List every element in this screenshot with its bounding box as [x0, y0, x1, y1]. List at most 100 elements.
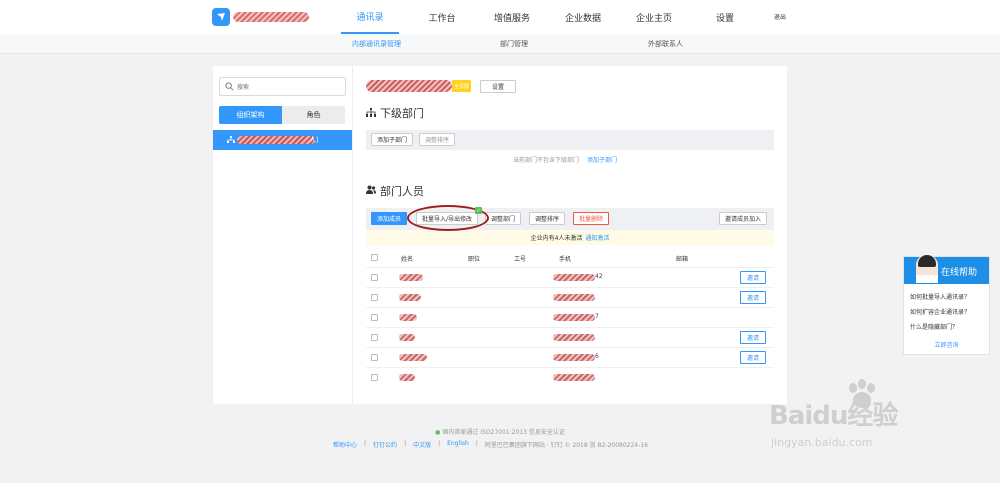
row-checkbox[interactable]: [371, 274, 378, 281]
tab-roles[interactable]: 角色: [282, 106, 345, 124]
batch-delete-button[interactable]: 批量删除: [573, 212, 610, 225]
phone-tail: 42: [595, 273, 603, 280]
notify-activate-link[interactable]: 通知激活: [585, 233, 609, 242]
table-row[interactable]: 7: [366, 307, 774, 327]
adjust-sort-members-button[interactable]: 调整排序: [529, 212, 566, 225]
phone-redacted: [553, 354, 595, 361]
watermark-url: jingyan.baidu.com: [771, 436, 873, 449]
add-sub-dept-link[interactable]: 添加子部门: [587, 157, 617, 164]
sub-dept-icon: [366, 108, 376, 117]
current-dept-name-redacted: [366, 80, 452, 92]
consult-now-link[interactable]: 立即咨询: [904, 340, 989, 349]
invite-button[interactable]: 邀请: [740, 331, 767, 344]
support-avatar: [916, 255, 938, 283]
org-name-redacted: [233, 12, 309, 22]
empty-text: 当前部门不包含下级部门: [513, 157, 580, 164]
sub-dept-title: 下级部门: [380, 107, 424, 120]
row-checkbox[interactable]: [371, 314, 378, 321]
table-row[interactable]: [366, 367, 774, 387]
phone-redacted: [553, 274, 595, 281]
adjust-sort-button[interactable]: 调整排序: [419, 133, 456, 146]
table-row[interactable]: 邀请: [366, 287, 774, 307]
search-box[interactable]: [219, 77, 346, 96]
members-icon: [366, 185, 376, 194]
adjust-dept-button[interactable]: 调整部门: [485, 212, 522, 225]
phone-tail: 7: [595, 313, 599, 320]
new-feature-icon: ✓: [475, 207, 482, 214]
table-row[interactable]: 42 邀请: [366, 267, 774, 287]
add-member-button[interactable]: 添加成员: [371, 212, 408, 225]
nav-enterprise-data[interactable]: 企业数据: [554, 0, 612, 34]
name-redacted: [399, 294, 421, 301]
search-icon: [225, 82, 234, 91]
footer-links: 帮助中心 | 钉钉公约 | 中文版 | English | 阿里巴巴集团旗下网站…: [333, 440, 648, 449]
top-bar: 通讯录 工作台 增值服务 企业数据 企业主页 设置 退出: [0, 0, 1000, 34]
tab-org-structure[interactable]: 组织架构: [219, 106, 282, 124]
dingtalk-logo-icon[interactable]: [212, 8, 230, 26]
invite-button[interactable]: 邀请: [740, 351, 767, 364]
phone-redacted: [553, 334, 595, 341]
sidebar: 组织架构 角色 人): [213, 66, 353, 404]
name-redacted: [399, 314, 417, 321]
col-employee-id: 工号: [514, 256, 527, 263]
help-header: 在线帮助: [904, 255, 989, 284]
phone-tail: 6: [595, 353, 599, 360]
name-redacted: [399, 334, 415, 341]
baidu-jingyan-watermark: Baidu经验 jingyan.baidu.com: [765, 379, 980, 453]
table-row[interactable]: 6 邀请: [366, 347, 774, 367]
footer-convention-link[interactable]: 钉钉公约: [373, 440, 397, 449]
all-staff-group-badge: 全员群: [452, 80, 472, 92]
help-title: 在线帮助: [941, 268, 978, 278]
subnav-external-contacts[interactable]: 外部联系人: [648, 39, 683, 49]
nav-enterprise-home[interactable]: 企业主页: [625, 0, 683, 34]
watermark-brand: Baidu经验: [769, 401, 898, 431]
footer-copyright: 阿里巴巴集团旗下网站 · 钉钉 © 2018 浙 B2-20080224-16: [484, 442, 648, 449]
footer-help-center-link[interactable]: 帮助中心: [333, 440, 357, 449]
name-redacted: [399, 374, 415, 381]
col-phone: 手机: [559, 256, 572, 263]
help-question-3[interactable]: 什么是隐藏部门？: [910, 322, 958, 331]
select-all-checkbox[interactable]: [371, 254, 378, 261]
search-input[interactable]: [237, 81, 337, 93]
sub-nav-bar: 内部通讯录管理 部门管理 外部联系人: [0, 34, 1000, 54]
nav-workbench[interactable]: 工作台: [413, 0, 471, 34]
help-question-1[interactable]: 如何批量导入通讯录？: [910, 292, 970, 301]
dept-settings-button[interactable]: 设置: [480, 80, 516, 93]
name-redacted: [399, 354, 427, 361]
nav-contacts[interactable]: 通讯录: [341, 0, 399, 34]
table-row[interactable]: 邀请: [366, 327, 774, 347]
members-title: 部门人员: [380, 185, 424, 198]
col-name: 姓名: [401, 256, 414, 263]
invite-button[interactable]: 邀请: [740, 291, 767, 304]
cert-text: 国内首家通过 ISO27001:2013 信息安全认证: [442, 429, 565, 436]
subnav-internal-contacts[interactable]: 内部通讯录管理: [352, 39, 401, 49]
invite-button[interactable]: 邀请: [740, 271, 767, 284]
inactive-notice: 企业内有4人未激活 通知激活: [366, 230, 774, 245]
subnav-dept-management[interactable]: 部门管理: [500, 39, 528, 49]
dept-name-redacted: [237, 136, 315, 144]
empty-sub-dept-text: 当前部门不包含下级部门 添加子部门: [513, 155, 617, 164]
org-tree-icon: [227, 136, 235, 143]
row-checkbox[interactable]: [371, 374, 378, 381]
row-checkbox[interactable]: [371, 334, 378, 341]
col-email: 邮箱: [676, 256, 689, 263]
footer-english-link[interactable]: English: [447, 440, 469, 449]
footer-chinese-link[interactable]: 中文版: [413, 440, 431, 449]
logout-link[interactable]: 退出: [774, 12, 786, 21]
online-help-widget[interactable]: 在线帮助 如何批量导入通讯录？ 如何扩容企业通讯录？ 什么是隐藏部门？ 立即咨询: [903, 255, 990, 355]
row-checkbox[interactable]: [371, 354, 378, 361]
col-position: 职位: [468, 256, 481, 263]
invite-members-button[interactable]: 邀请成员加入: [719, 212, 768, 225]
help-question-2[interactable]: 如何扩容企业通讯录？: [910, 307, 970, 316]
nav-settings[interactable]: 设置: [696, 0, 754, 34]
members-table-header: 姓名 职位 工号 手机 邮箱: [366, 250, 774, 266]
add-sub-dept-button[interactable]: 添加子部门: [371, 133, 414, 146]
tree-root-dept[interactable]: 人): [213, 130, 352, 150]
row-checkbox[interactable]: [371, 294, 378, 301]
shield-check-icon: ●: [435, 429, 441, 436]
phone-redacted: [553, 294, 595, 301]
nav-value-added[interactable]: 增值服务: [483, 0, 541, 34]
name-redacted: [399, 274, 423, 281]
inactive-notice-text: 企业内有4人未激活: [530, 235, 583, 242]
member-count-suffix: 人): [309, 136, 319, 144]
